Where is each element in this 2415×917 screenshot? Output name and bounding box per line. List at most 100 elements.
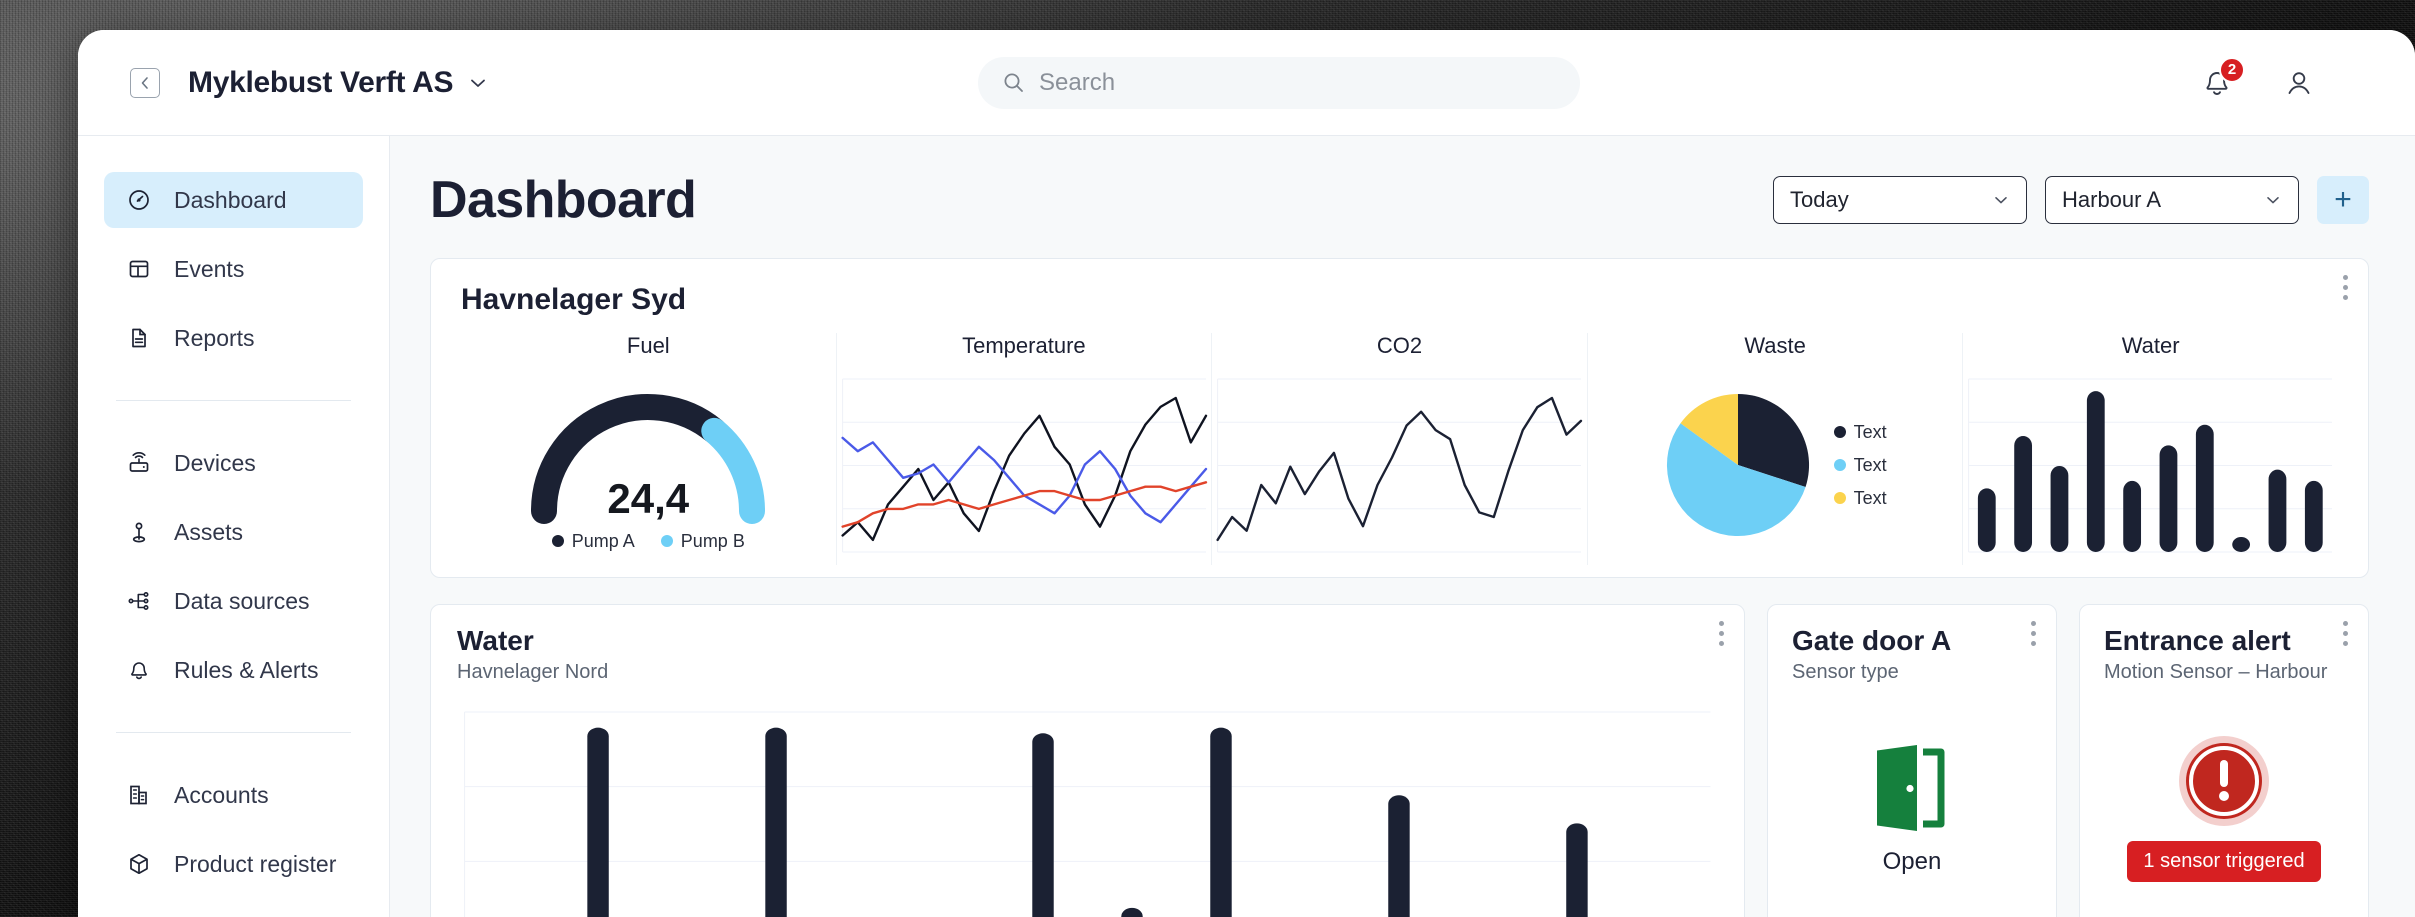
chevron-down-icon [1992, 191, 2010, 209]
sidebar-item-events[interactable]: Events [104, 241, 363, 297]
chart-title: Temperature [962, 333, 1086, 358]
legend-label: Pump A [571, 530, 635, 551]
sidebar-item-label: Events [174, 255, 245, 282]
chart-co2: CO2 [1211, 333, 1587, 565]
legend-item: Text [1833, 454, 1887, 476]
chevron-down-icon [2264, 191, 2282, 209]
card-subtitle: Motion Sensor – Harbour [2104, 661, 2328, 683]
chart-waste: Waste Text Text Text [1586, 333, 1963, 565]
sidebar-item-assets[interactable]: Assets [104, 504, 363, 560]
card-title: Entrance alert [2104, 625, 2291, 656]
hierarchy-icon [126, 588, 152, 614]
kebab-menu-icon[interactable] [1719, 621, 1724, 646]
alert-exclamation-icon [2178, 735, 2270, 827]
legend-item: Text [1833, 487, 1887, 509]
sidebar-item-label: Reports [174, 324, 255, 351]
search-placeholder: Search [1039, 68, 1116, 96]
app-window: Myklebust Verft AS Search 2 Dashboard Ev… [78, 30, 2415, 917]
period-select-value: Today [1790, 187, 1849, 212]
legend-label: Text [1853, 454, 1887, 475]
entrance-alert-card: Entrance alert Motion Sensor – Harbour 1… [2079, 604, 2369, 917]
co2-line-chart [1212, 373, 1587, 558]
chart-title: CO2 [1376, 333, 1423, 358]
legend-item: Pump A [551, 530, 635, 552]
legend-label: Text [1853, 421, 1887, 442]
waste-pie-chart [1666, 393, 1809, 537]
fuel-gauge: 24,4 [513, 379, 783, 529]
layout-icon [126, 256, 152, 282]
entrance-status-body: 1 sensor triggered [2104, 684, 2344, 917]
chart-water-mini: Water [1962, 333, 2338, 565]
overview-charts-row: Fuel 24,4 Pump A Pump B Temperature CO2 … [461, 333, 2338, 565]
overview-card-title: Havnelager Syd [461, 283, 687, 316]
sidebar-item-label: Devices [174, 449, 256, 476]
card-subtitle: Sensor type [1792, 661, 1899, 683]
sidebar-item-dashboard[interactable]: Dashboard [104, 172, 363, 228]
location-select[interactable]: Harbour A [2045, 176, 2299, 224]
chevron-down-icon[interactable] [467, 72, 489, 94]
chart-title: Water [2121, 333, 2180, 358]
sidebar-item-accounts[interactable]: Accounts [104, 767, 363, 823]
router-icon [126, 450, 152, 476]
chart-title: Waste [1744, 333, 1806, 358]
legend-label: Pump B [680, 530, 745, 551]
gate-status-label: Open [1882, 847, 1942, 875]
gate-door-card: Gate door A Sensor type Open [1767, 604, 2057, 917]
app-body: Dashboard Events Reports Devices Assets … [78, 136, 2415, 917]
location-select-value: Harbour A [2062, 187, 2162, 212]
card-title: Water [457, 625, 534, 656]
user-icon[interactable] [2283, 67, 2315, 99]
box-icon [126, 851, 152, 877]
legend-item: Pump B [660, 530, 745, 552]
sidebar-item-label: Dashboard [174, 186, 287, 213]
overview-card: Havnelager Syd Fuel 24,4 Pump A Pump B T… [430, 258, 2369, 578]
sidebar-item-label: Product register [174, 850, 337, 877]
notification-count-badge: 2 [2219, 56, 2245, 83]
chart-fuel: Fuel 24,4 Pump A Pump B [461, 333, 836, 565]
top-bar-actions: 2 [2201, 56, 2315, 99]
sidebar-item-reports[interactable]: Reports [104, 310, 363, 366]
water-card: Water Havnelager Nord [430, 604, 1745, 917]
gauge-value: 24,4 [607, 474, 690, 522]
sidebar-item-label: Assets [174, 518, 244, 545]
search-icon [1002, 71, 1025, 94]
card-subtitle: Havnelager Nord [457, 661, 609, 683]
kebab-menu-icon[interactable] [2031, 621, 2036, 646]
bell-icon [126, 657, 152, 683]
sidebar-divider [116, 400, 351, 401]
waste-legend: Text Text Text [1833, 421, 1887, 509]
legend-label: Text [1853, 487, 1887, 508]
bell-icon[interactable]: 2 [2201, 56, 2245, 99]
kebab-menu-icon[interactable] [2343, 275, 2348, 300]
page-controls: Today Harbour A + [1773, 176, 2369, 224]
gauge-icon [126, 187, 152, 213]
temperature-line-chart [837, 373, 1212, 558]
add-widget-button[interactable]: + [2317, 176, 2369, 224]
open-door-icon [1873, 742, 1951, 834]
sidebar-item-data-sources[interactable]: Data sources [104, 573, 363, 629]
sidebar-item-label: Rules & Alerts [174, 656, 319, 683]
water-bar-chart [1963, 373, 2338, 558]
widgets-row: Water Havnelager Nord Gate door A Sensor… [430, 604, 2369, 917]
gate-status-body: Open [1792, 684, 2032, 917]
water-large-bar-chart [457, 706, 1718, 917]
legend-item: Text [1833, 421, 1887, 443]
sidebar: Dashboard Events Reports Devices Assets … [78, 136, 390, 917]
sidebar-item-devices[interactable]: Devices [104, 435, 363, 491]
sidebar-item-label: Data sources [174, 587, 310, 614]
page-title: Dashboard [430, 171, 697, 229]
search-input[interactable]: Search [978, 56, 1580, 109]
document-icon [126, 325, 152, 351]
map-pin-icon [126, 519, 152, 545]
building-icon [126, 782, 152, 808]
chevron-left-square-icon[interactable] [130, 67, 160, 98]
org-name[interactable]: Myklebust Verft AS [188, 66, 454, 100]
period-select[interactable]: Today [1773, 176, 2027, 224]
sidebar-divider [116, 732, 351, 733]
sidebar-item-product-register[interactable]: Product register [104, 836, 363, 892]
chart-title: Fuel [626, 333, 670, 358]
main-content: Dashboard Today Harbour A + Havnelager S… [390, 136, 2415, 917]
top-bar: Myklebust Verft AS Search 2 [78, 30, 2415, 136]
kebab-menu-icon[interactable] [2343, 621, 2348, 646]
sidebar-item-rules-alerts[interactable]: Rules & Alerts [104, 642, 363, 698]
